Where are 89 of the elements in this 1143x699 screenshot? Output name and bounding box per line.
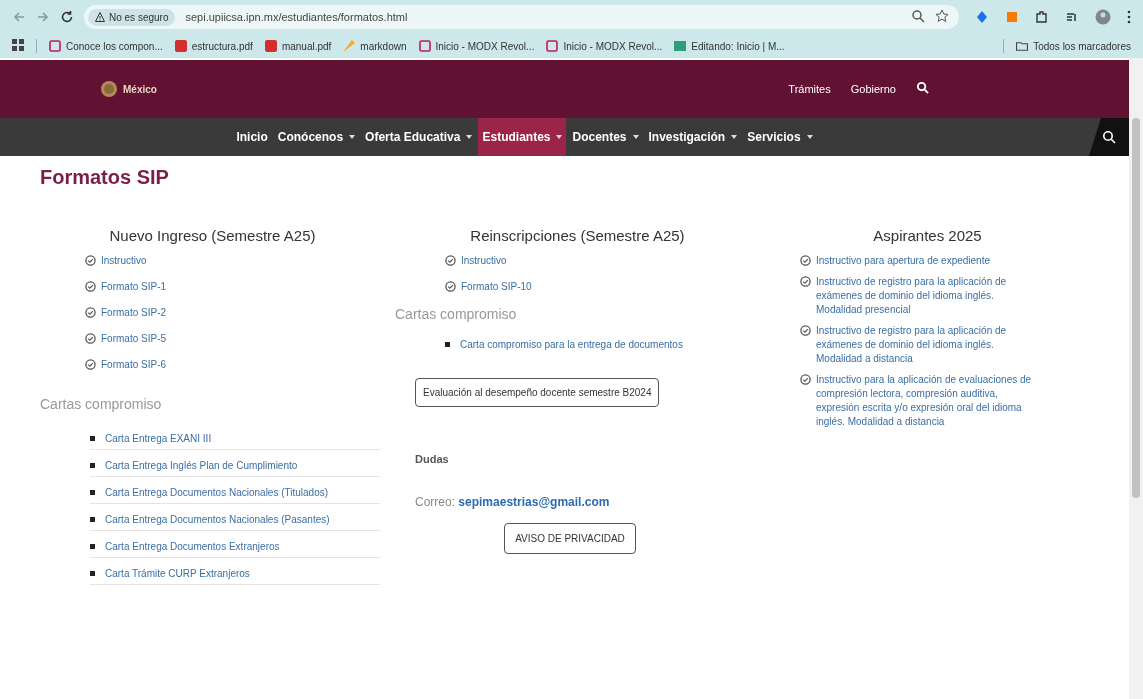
bookmark-favicon-icon (49, 40, 61, 52)
privacy-button[interactable]: AVISO DE PRIVACIDAD (504, 523, 636, 554)
bullet-icon (90, 571, 95, 576)
bookmark-favicon-icon (546, 40, 559, 52)
bullet-icon (90, 463, 95, 468)
extension-icon[interactable] (975, 10, 989, 24)
bookmark-favicon-icon (674, 40, 687, 52)
section-heading: Dudas (415, 453, 450, 465)
email-link[interactable]: sepimaestrias@gmail.com (458, 495, 610, 509)
address-bar[interactable]: No es seguro sepi.upiicsa.ipn.mx/estudiantes/formatos.html (84, 5, 959, 29)
document-link[interactable]: Carta Entrega Inglés Plan de Cumplimiento (105, 458, 298, 473)
nav-item[interactable]: Oferta Educativa (361, 118, 477, 156)
check-circle-icon (800, 276, 811, 287)
page-title: Formatos SIP (40, 166, 170, 189)
apps-icon[interactable] (12, 39, 24, 53)
document-link[interactable]: Formato SIP-5 (101, 332, 167, 346)
column-heading: Aspirantes 2025 (872, 227, 983, 244)
nav-item[interactable]: Docentes (568, 118, 643, 156)
puzzle-icon[interactable] (1035, 10, 1049, 24)
menu-icon[interactable] (1127, 10, 1131, 24)
section-heading: Cartas compromiso (395, 306, 518, 322)
nav-item[interactable]: Estudiantes (478, 118, 567, 156)
check-circle-icon (800, 255, 811, 266)
bookmark-favicon-icon (418, 40, 431, 52)
document-link[interactable]: Formato SIP-10 (461, 280, 532, 294)
bullet-icon (90, 517, 95, 522)
check-circle-icon (85, 281, 96, 292)
document-link[interactable]: Instructivo (101, 254, 147, 268)
search-icon (1102, 130, 1116, 144)
header-link[interactable]: Trámites (788, 83, 831, 95)
document-link[interactable]: Formato SIP-2 (101, 306, 167, 320)
bookmark-favicon-icon (264, 40, 277, 52)
bullet-icon (90, 490, 95, 495)
reload-icon[interactable] (60, 10, 74, 24)
star-icon[interactable] (935, 9, 949, 25)
document-link[interactable]: Instructivo (461, 254, 507, 268)
document-link[interactable]: Carta Entrega EXANI III (105, 431, 212, 446)
check-circle-icon (85, 307, 96, 318)
bookmark-item[interactable]: Conoce los compon... (49, 40, 163, 52)
url-text: sepi.upiicsa.ipn.mx/estudiantes/formatos.html (185, 11, 408, 23)
bookmark-item[interactable]: estructura.pdf (174, 40, 253, 52)
bookmark-item[interactable]: manual.pdf (264, 40, 332, 52)
security-chip[interactable]: No es seguro (88, 8, 176, 26)
document-link[interactable]: Carta Entrega Documentos Nacionales (Pasantes) (105, 512, 330, 527)
nav-item[interactable]: Conócenos (273, 118, 360, 156)
bullet-icon (90, 544, 95, 549)
email-label: Correo: (415, 495, 455, 509)
scrollbar[interactable] (1129, 58, 1143, 699)
bookmark-item[interactable]: markdown (343, 40, 407, 52)
header-link[interactable]: Gobierno (850, 83, 896, 95)
all-bookmarks-button[interactable]: Todos los marcadores (1016, 40, 1131, 52)
bookmark-item[interactable]: Inicio - MODX Revol... (546, 40, 663, 52)
bookmark-item[interactable]: Editando: Inicio | M... (674, 40, 785, 52)
document-link[interactable]: Formato SIP-6 (101, 358, 167, 372)
check-circle-icon (445, 281, 456, 292)
search-button[interactable] (1089, 118, 1129, 156)
bookmark-item[interactable]: Inicio - MODX Revol... (418, 40, 535, 52)
check-circle-icon (85, 255, 96, 266)
column-heading: Nuevo Ingreso (Semestre A25) (108, 227, 317, 244)
document-link[interactable]: Instructivo de registro para la aplicación de exámenes de dominio del idioma inglés. Modalidad presencial (816, 275, 1040, 317)
check-circle-icon (445, 255, 456, 266)
section-heading: Cartas compromiso (40, 396, 163, 412)
bullet-icon (90, 436, 95, 441)
column-heading: Reinscripciones (Semestre A25) (469, 227, 686, 244)
logo[interactable]: México (100, 80, 157, 98)
warning-icon (95, 12, 105, 22)
folder-icon (1016, 41, 1029, 51)
document-link[interactable]: Instructivo de registro para la aplicación de exámenes de dominio del idioma inglés. Modalidad a distancia (816, 324, 1040, 366)
check-circle-icon (85, 333, 96, 344)
document-link[interactable]: Carta Trámite CURP Extranjeros (105, 566, 250, 581)
bookmark-favicon-icon (174, 40, 187, 52)
evaluation-button[interactable]: Evaluación al desempeño docente semestre B2024 (415, 378, 660, 407)
check-circle-icon (800, 325, 811, 336)
profile-avatar[interactable] (1095, 9, 1111, 25)
nav-item[interactable]: Servicios (743, 118, 817, 156)
document-link[interactable]: Instructivo para la aplicación de evaluaciones de compresión lectora, compresión auditiva, expresión escrita y/o expresión oral del idioma inglés. Modalidad a distancia (816, 373, 1040, 429)
nav-item[interactable]: Inicio (232, 118, 272, 156)
document-link[interactable]: Instructivo para apertura de expediente (816, 254, 990, 268)
bullet-icon (445, 342, 450, 347)
zoom-icon[interactable] (911, 9, 925, 25)
nav-item[interactable]: Investigación (644, 118, 742, 156)
media-icon[interactable] (1065, 10, 1079, 24)
document-link[interactable]: Formato SIP-1 (101, 280, 167, 294)
check-circle-icon (800, 374, 811, 385)
check-circle-icon (85, 359, 96, 370)
document-link[interactable]: Carta Entrega Documentos Extranjeros (105, 539, 280, 554)
document-link[interactable]: Carta Entrega Documentos Nacionales (Titulados) (105, 485, 329, 500)
document-link[interactable]: Carta compromiso para la entrega de documentos (460, 337, 683, 352)
bookmark-favicon-icon (343, 40, 356, 52)
